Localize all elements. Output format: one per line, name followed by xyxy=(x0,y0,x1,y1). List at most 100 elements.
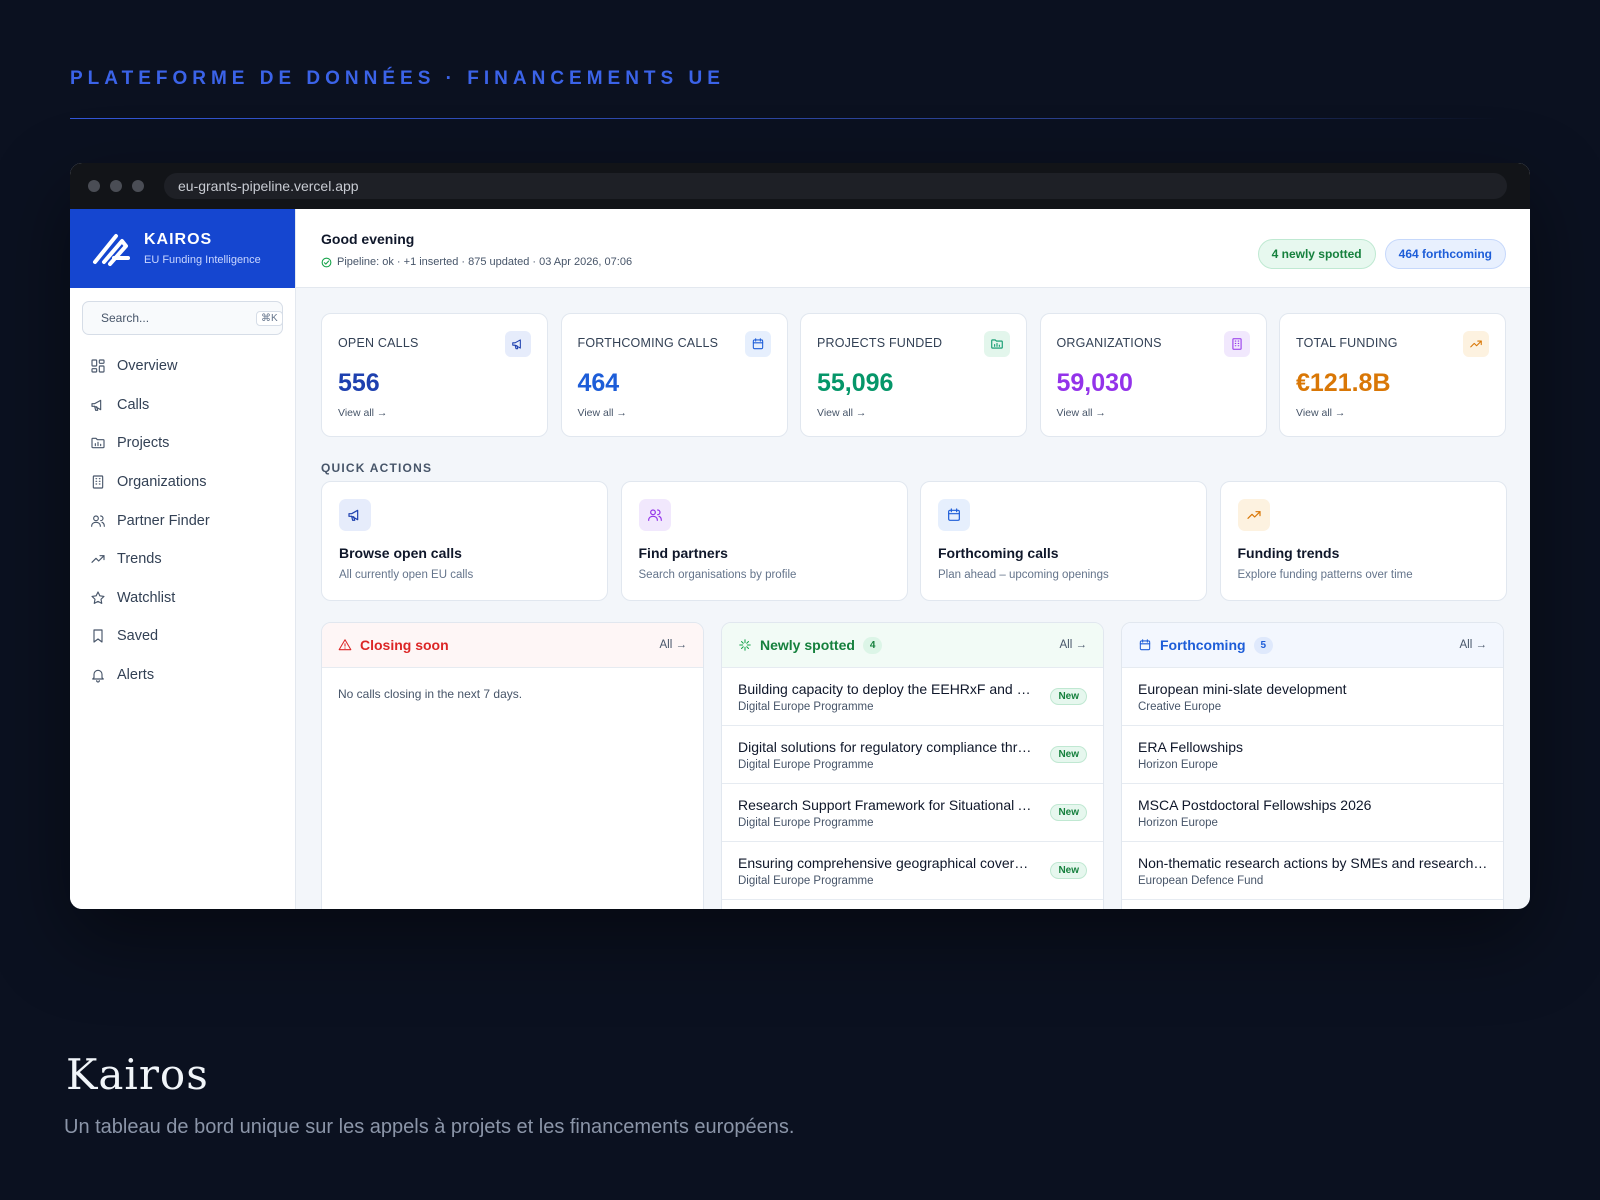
list-item[interactable]: Research Support Framework for Situation… xyxy=(722,784,1103,842)
browser-chrome: eu-grants-pipeline.vercel.app xyxy=(70,163,1530,209)
sidebar-item-watchlist[interactable]: Watchlist xyxy=(70,579,295,618)
list-item[interactable]: European mini-slate development Creative… xyxy=(1122,668,1503,726)
quick-action-forthcoming-calls[interactable]: Forthcoming calls Plan ahead – upcoming … xyxy=(920,481,1207,601)
calendar-icon xyxy=(938,499,970,531)
kairos-logo-icon xyxy=(93,233,130,266)
sidebar-item-label: Calls xyxy=(117,396,150,413)
sidebar-item-projects[interactable]: Projects xyxy=(70,424,295,463)
newly-spotted-pill[interactable]: 4 newly spotted xyxy=(1257,239,1376,269)
list-item[interactable]: Building capacity to deploy the EEHRxF a… xyxy=(722,668,1103,726)
list-item-programme: Digital Europe Programme xyxy=(738,759,874,771)
view-all-link[interactable]: View all → xyxy=(578,407,787,419)
new-badge: New xyxy=(1050,688,1087,705)
users-icon xyxy=(91,515,105,527)
list-item-title: ERA Fellowships xyxy=(1138,739,1244,755)
browser-window: eu-grants-pipeline.vercel.app KAIROS EU … xyxy=(70,163,1530,909)
sidebar-item-partner-finder[interactable]: Partner Finder xyxy=(70,501,295,540)
view-all-link[interactable]: View all → xyxy=(1296,407,1505,419)
quick-action-description: All currently open EU calls xyxy=(339,569,474,581)
list-item-title: Non-thematic research actions by SMEs an… xyxy=(1138,855,1488,871)
quick-action-find-partners[interactable]: Find partners Search organisations by pr… xyxy=(620,481,908,601)
quick-action-funding-trends[interactable]: Funding trends Explore funding patterns … xyxy=(1219,481,1507,601)
sidebar-item-trends[interactable]: Trends xyxy=(70,540,295,579)
quick-actions-heading: QUICK ACTIONS xyxy=(321,461,433,475)
sidebar-item-label: Organizations xyxy=(117,474,207,491)
users-icon xyxy=(638,499,671,531)
sidebar-item-overview[interactable]: Overview xyxy=(70,347,295,386)
stat-value: 464 xyxy=(577,369,620,397)
main-content: Good evening Pipeline: ok · +1 inserted … xyxy=(296,209,1530,909)
folder-chart-icon xyxy=(984,331,1010,357)
quick-action-browse-open-calls[interactable]: Browse open calls All currently open EU … xyxy=(321,481,608,601)
sidebar-item-calls[interactable]: Calls xyxy=(70,386,295,425)
list-item-title: Building capacity to deploy the EEHRxF a… xyxy=(738,681,1034,697)
quick-action-description: Explore funding patterns over time xyxy=(1237,569,1413,581)
url-bar[interactable]: eu-grants-pipeline.vercel.app xyxy=(164,173,1507,199)
brand-header[interactable]: KAIROS EU Funding Intelligence xyxy=(70,209,295,288)
bookmark-icon xyxy=(93,629,103,644)
list-item-programme: Horizon Europe xyxy=(1138,817,1218,829)
sidebar-item-label: Partner Finder xyxy=(117,512,210,529)
sidebar-item-alerts[interactable]: Alerts xyxy=(70,656,295,695)
all-link[interactable]: All → xyxy=(660,639,687,651)
panel-title: Forthcoming xyxy=(1160,637,1246,653)
view-all-link[interactable]: View all → xyxy=(1057,407,1266,419)
eyebrow-heading: PLATEFORME DE DONNÉES · FINANCEMENTS UE xyxy=(70,68,725,89)
list-item-programme: Digital Europe Programme xyxy=(738,875,874,887)
stat-value: 556 xyxy=(338,369,380,397)
stat-card-organizations[interactable]: ORGANIZATIONS 59,030 View all → xyxy=(1039,313,1267,437)
stat-card-forthcoming-calls[interactable]: FORTHCOMING CALLS 464 View all → xyxy=(560,313,788,437)
list-item[interactable]: Non-thematic research actions by SMEs an… xyxy=(1122,842,1503,900)
trend-icon xyxy=(91,555,105,564)
folder-chart-icon xyxy=(91,438,105,449)
list-item[interactable]: Digital solutions for regulatory complia… xyxy=(722,726,1103,784)
search-box[interactable]: ⌘K xyxy=(82,301,283,335)
stat-value: 55,096 xyxy=(817,369,894,397)
check-circle-icon xyxy=(321,257,332,267)
grid-icon xyxy=(91,359,105,373)
top-bar: Good evening Pipeline: ok · +1 inserted … xyxy=(296,209,1530,288)
sidebar-item-label: Watchlist xyxy=(117,589,176,606)
divider xyxy=(70,118,1500,119)
list-item-programme: European Defence Fund xyxy=(1138,875,1264,887)
quick-action-description: Plan ahead – upcoming openings xyxy=(938,569,1109,581)
panel-header: Closing soon All → xyxy=(322,623,703,668)
sidebar-nav: Overview Calls Projects Organizations Pa… xyxy=(70,347,295,694)
forthcoming-panel: Forthcoming 5 All → European mini-slate … xyxy=(1121,622,1504,909)
count-badge: 5 xyxy=(1253,636,1274,654)
window-minimize-dot[interactable] xyxy=(110,180,122,192)
all-link[interactable]: All → xyxy=(1060,639,1087,651)
bell-icon xyxy=(92,669,104,683)
list-item[interactable]: ERA Fellowships Horizon Europe xyxy=(1122,726,1503,784)
stat-value: 59,030 xyxy=(1056,369,1133,397)
quick-action-title: Forthcoming calls xyxy=(938,545,1059,561)
building-icon xyxy=(92,475,104,489)
window-maximize-dot[interactable] xyxy=(132,180,144,192)
view-all-link[interactable]: View all → xyxy=(338,407,547,419)
brand-tagline: EU Funding Intelligence xyxy=(144,254,261,266)
sidebar-item-label: Trends xyxy=(117,551,162,568)
sparkles-icon xyxy=(739,639,751,651)
pipeline-status-text: Pipeline: ok · +1 inserted · 875 updated… xyxy=(337,256,633,268)
empty-state: No calls closing in the next 7 days. xyxy=(338,687,523,701)
forthcoming-pill[interactable]: 464 forthcoming xyxy=(1384,239,1506,269)
stat-cards: OPEN CALLS 556 View all → FORTHCOMING CA… xyxy=(321,313,1506,437)
panel-title: Closing soon xyxy=(360,637,449,653)
stat-card-projects-funded[interactable]: PROJECTS FUNDED 55,096 View all → xyxy=(800,313,1027,437)
panel-header: Forthcoming 5 All → xyxy=(1122,623,1503,668)
view-all-link[interactable]: View all → xyxy=(817,407,1026,419)
list-item[interactable]: MSCA Postdoctoral Fellowships 2026 Horiz… xyxy=(1122,784,1503,842)
quick-action-description: Search organisations by profile xyxy=(638,569,797,581)
megaphone-icon xyxy=(505,331,531,357)
search-shortcut: ⌘K xyxy=(256,310,283,326)
window-close-dot[interactable] xyxy=(88,180,100,192)
all-link[interactable]: All → xyxy=(1460,639,1487,651)
stat-card-open-calls[interactable]: OPEN CALLS 556 View all → xyxy=(321,313,548,437)
sidebar-item-organizations[interactable]: Organizations xyxy=(70,463,295,502)
search-input[interactable] xyxy=(101,311,256,325)
quick-actions: Browse open calls All currently open EU … xyxy=(321,481,1507,601)
stat-value: €121.8B xyxy=(1296,369,1391,397)
list-item[interactable]: Ensuring comprehensive geographical cove… xyxy=(722,842,1103,900)
sidebar-item-saved[interactable]: Saved xyxy=(70,617,295,656)
stat-card-total-funding[interactable]: TOTAL FUNDING €121.8B View all → xyxy=(1279,313,1506,437)
